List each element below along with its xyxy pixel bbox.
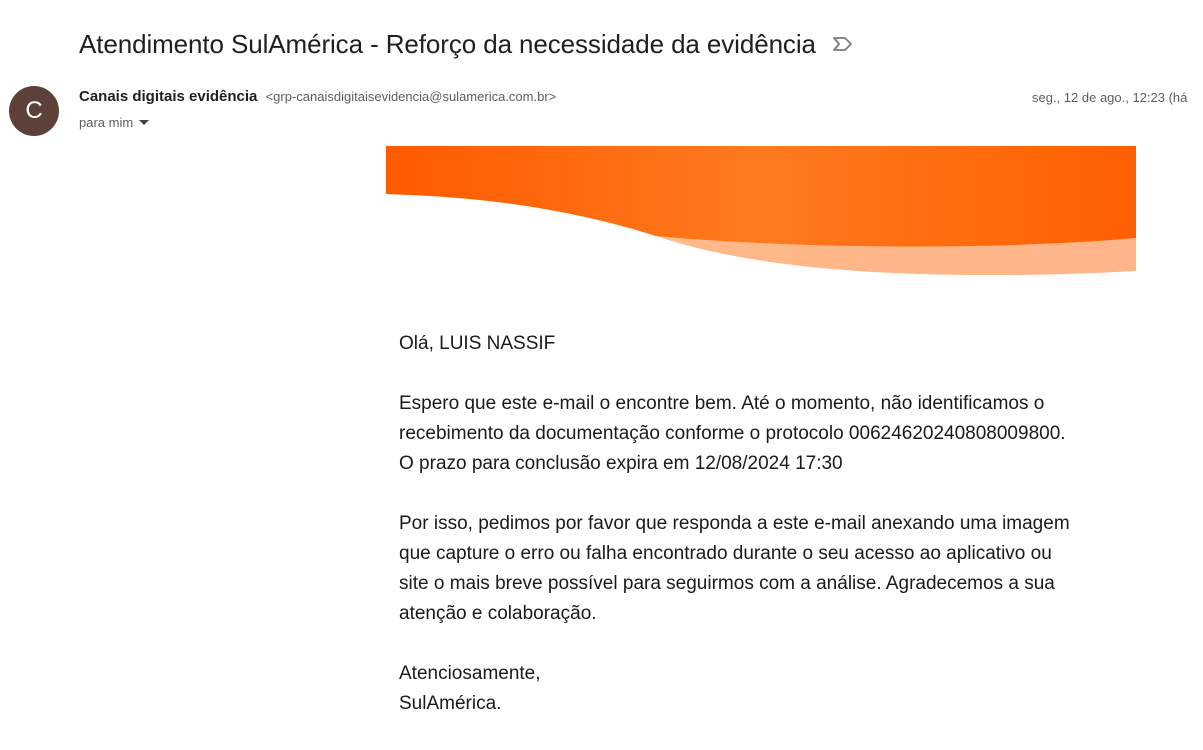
avatar-letter: C: [25, 97, 43, 124]
sender-row: Canais digitais evidência <grp-canaisdig…: [79, 88, 556, 105]
recipient-details-toggle[interactable]: para mim: [79, 115, 150, 130]
body-paragraph-1: Espero que este e-mail o encontre bem. A…: [399, 393, 1066, 474]
email-subject: Atendimento SulAmérica - Reforço da nece…: [79, 28, 816, 59]
important-marker-icon[interactable]: [832, 36, 854, 52]
sender-name[interactable]: Canais digitais evidência: [79, 88, 257, 105]
chevron-down-icon[interactable]: [139, 120, 150, 125]
closing: Atenciosamente,: [399, 663, 541, 684]
body-paragraph-2: Por isso, pedimos por favor que responda…: [399, 513, 1070, 624]
header-banner: [386, 146, 1136, 280]
sender-email: <grp-canaisdigitaisevidencia@sulamerica.…: [265, 89, 557, 104]
recipient-label: para mim: [79, 115, 134, 130]
email-date: seg., 12 de ago., 12:23 (há: [1032, 90, 1188, 105]
signature: SulAmérica.: [399, 693, 502, 714]
email-body: Olá, LUIS NASSIF Espero que este e-mail …: [399, 329, 1079, 719]
greeting: Olá, LUIS NASSIF: [399, 333, 556, 354]
email-subject-row: Atendimento SulAmérica - Reforço da nece…: [79, 26, 854, 62]
avatar[interactable]: C: [9, 86, 59, 136]
